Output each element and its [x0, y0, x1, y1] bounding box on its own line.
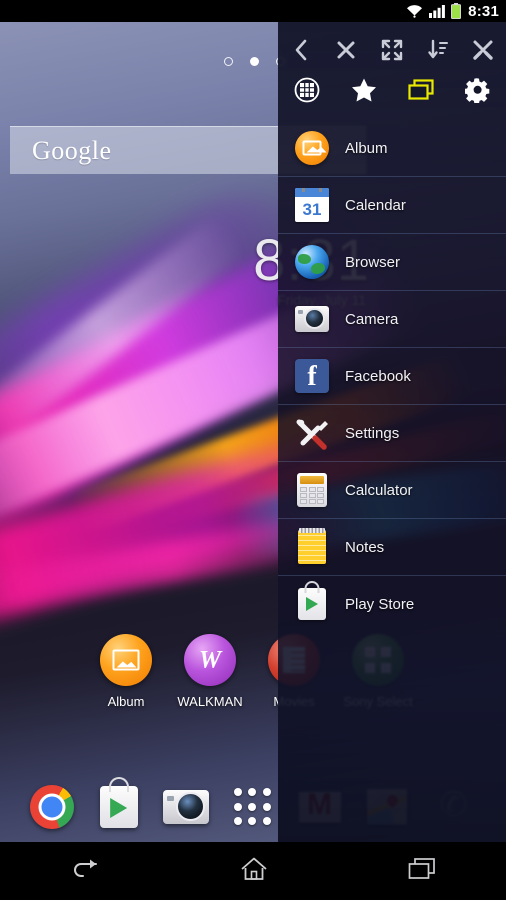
panel-app-calculator[interactable]: Calculator [278, 462, 506, 519]
dock-item-app-drawer[interactable] [219, 788, 286, 826]
panel-app-label: Browser [345, 253, 401, 271]
nav-recents-button[interactable] [408, 857, 436, 886]
play-store-icon [99, 777, 138, 828]
panel-app-label: Play Store [345, 596, 415, 613]
home-app-album[interactable]: Album [84, 634, 168, 709]
chevron-left-icon [295, 39, 307, 61]
app-drawer-icon [233, 788, 272, 826]
calendar-icon: 31 [295, 188, 329, 222]
collapse-arrows-icon [381, 39, 403, 61]
home-app-label: WALKMAN [177, 694, 243, 709]
close-x-icon [337, 41, 355, 59]
sort-button[interactable] [420, 34, 456, 66]
back-arrow-icon [74, 859, 97, 877]
panel-app-album[interactable]: Album [278, 120, 506, 177]
panel-app-settings[interactable]: Settings [278, 405, 506, 462]
page-dot[interactable] [224, 57, 233, 66]
small-apps-panel[interactable]: Album 31 Calendar Browser Camera f Faceb… [278, 22, 506, 842]
panel-app-calendar[interactable]: 31 Calendar [278, 177, 506, 234]
dock-item-chrome[interactable] [18, 785, 85, 829]
panel-toolbar-row-primary [278, 30, 506, 70]
panel-app-label: Album [345, 139, 388, 157]
panel-app-label: Calculator [345, 481, 413, 499]
settings-tools-icon [295, 416, 329, 450]
panel-toolbar [278, 22, 506, 110]
dock-item-camera[interactable] [152, 790, 219, 824]
dock-item-play-store[interactable] [85, 777, 152, 828]
back-button[interactable] [283, 34, 319, 66]
home-app-label: Album [107, 694, 145, 709]
tab-windows[interactable] [403, 74, 439, 106]
page-indicator [224, 57, 285, 66]
facebook-icon: f [295, 359, 329, 393]
tab-apps[interactable] [289, 74, 325, 106]
panel-app-label: Notes [345, 538, 385, 556]
panel-toolbar-row-tabs [278, 70, 506, 110]
gear-icon [464, 78, 489, 103]
walkman-icon: W [184, 634, 236, 686]
search-placeholder-label: Google [32, 135, 112, 165]
status-bar: 8:31 [0, 0, 506, 22]
chrome-icon [29, 785, 74, 829]
battery-icon [451, 3, 462, 19]
camera-icon [162, 790, 209, 824]
panel-app-browser[interactable]: Browser [278, 234, 506, 291]
panel-app-facebook[interactable]: f Facebook [278, 348, 506, 405]
wifi-icon [406, 4, 423, 18]
cellular-signal-icon [429, 4, 446, 18]
browser-globe-icon [295, 245, 329, 279]
home-app-walkman[interactable]: W WALKMAN [168, 634, 252, 709]
camera-icon [295, 302, 329, 336]
album-icon [100, 634, 152, 686]
facebook-letter: f [307, 361, 317, 392]
panel-app-label: Camera [345, 310, 399, 328]
device-screen: Google 8:31 Friday, July 11 Album W WALK… [0, 0, 506, 900]
calendar-date-number: 31 [302, 200, 322, 219]
sort-descending-icon [427, 39, 448, 59]
page-dot-active[interactable] [250, 57, 259, 66]
recents-icon [408, 857, 435, 879]
nav-back-button[interactable] [70, 857, 100, 886]
panel-app-list: Album 31 Calendar Browser Camera f Faceb… [278, 120, 506, 633]
album-icon [295, 131, 329, 165]
calculator-icon [295, 473, 329, 507]
tools-button[interactable] [465, 34, 501, 66]
tab-favorites[interactable] [346, 74, 382, 106]
panel-app-notes[interactable]: Notes [278, 519, 506, 576]
grid-circle-icon [294, 77, 319, 103]
play-store-icon [295, 580, 329, 622]
notes-icon [295, 528, 329, 564]
close-button[interactable] [328, 34, 364, 66]
tools-icon [473, 40, 493, 60]
panel-app-label: Calendar [345, 196, 406, 214]
panel-app-play-store[interactable]: Play Store [278, 576, 506, 633]
panel-app-label: Settings [345, 424, 400, 442]
collapse-button[interactable] [374, 34, 410, 66]
tab-settings[interactable] [460, 74, 496, 106]
panel-app-label: Facebook [345, 367, 411, 385]
panel-app-camera[interactable]: Camera [278, 291, 506, 348]
star-icon [351, 78, 376, 102]
nav-home-button[interactable] [240, 856, 268, 887]
windows-icon [407, 79, 434, 100]
status-bar-clock: 8:31 [468, 2, 499, 20]
home-icon [241, 857, 267, 880]
navigation-bar [0, 842, 506, 900]
